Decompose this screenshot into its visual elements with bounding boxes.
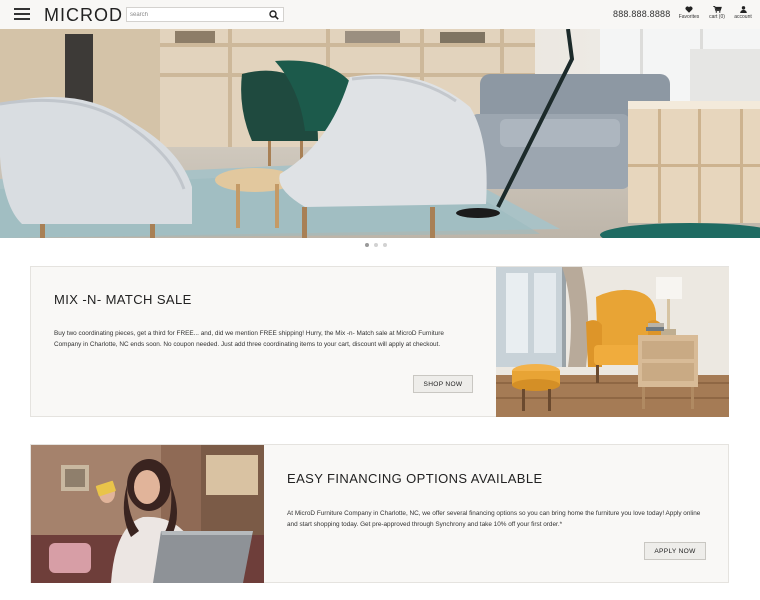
carousel-dot[interactable]: [374, 243, 378, 247]
account-link[interactable]: account: [731, 6, 755, 20]
favorites-link[interactable]: Favorites: [676, 6, 702, 20]
hero-image: [0, 29, 760, 238]
carousel-dot[interactable]: [383, 243, 387, 247]
apply-now-button[interactable]: APPLY NOW: [644, 542, 706, 560]
phone-number[interactable]: 888.888.8888: [613, 9, 670, 19]
promo-title: MIX -N- MATCH SALE: [54, 292, 192, 307]
carousel-dot[interactable]: [365, 243, 369, 247]
cart-link[interactable]: cart (0): [706, 6, 728, 20]
promo-body: Buy two coordinating pieces, get a third…: [54, 330, 444, 349]
cart-icon: [712, 6, 722, 13]
promo-card-financing: EASY FINANCING OPTIONS AVAILABLE At Micr…: [30, 444, 729, 583]
account-label: account: [734, 14, 752, 20]
promo-image-armchair: [496, 267, 729, 417]
promo-card-sale: MIX -N- MATCH SALE Buy two coordinating …: [30, 266, 729, 417]
heart-icon: [685, 6, 693, 13]
hero-banner[interactable]: [0, 29, 760, 238]
promo-title: EASY FINANCING OPTIONS AVAILABLE: [287, 471, 543, 486]
site-logo[interactable]: MICROD: [44, 5, 123, 26]
favorites-label: Favorites: [678, 14, 700, 20]
site-header: MICROD 888.888.8888 Favorites cart (0) a…: [0, 0, 760, 30]
promo-image-woman-laptop: [31, 445, 264, 583]
search-icon[interactable]: [269, 10, 279, 20]
search-box: [126, 7, 284, 22]
menu-icon[interactable]: [14, 8, 30, 21]
shop-now-button[interactable]: SHOP NOW: [413, 375, 473, 393]
user-icon: [739, 6, 747, 13]
carousel-dots: [365, 243, 392, 248]
promo-body: At MicroD Furniture Company in Charlotte…: [287, 510, 701, 529]
cart-label: cart (0): [709, 14, 725, 20]
search-input[interactable]: [130, 9, 260, 20]
